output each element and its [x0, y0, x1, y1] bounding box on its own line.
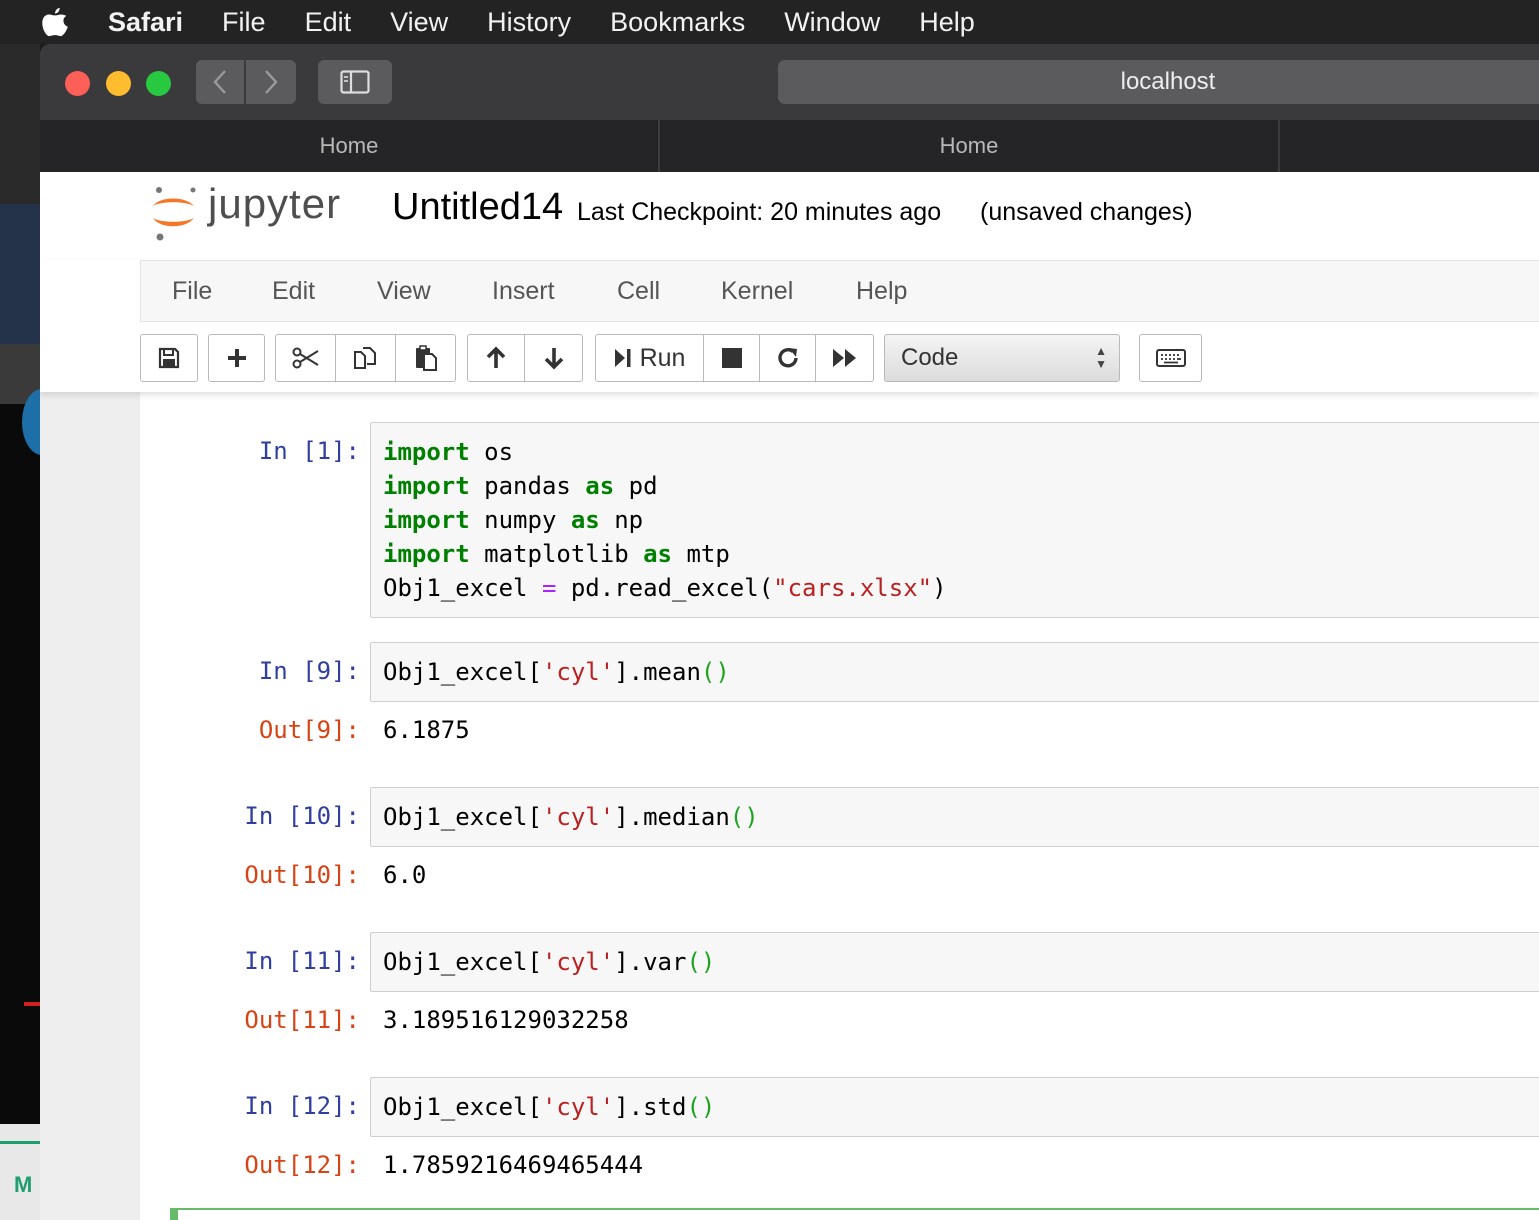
cell-2-output: 6.1875: [383, 716, 470, 744]
nb-menu-help[interactable]: Help: [856, 277, 907, 306]
paste-icon: [415, 345, 437, 371]
minimize-window-button[interactable]: [106, 71, 131, 96]
run-cell-button[interactable]: Run: [595, 334, 704, 382]
fast-forward-icon: [832, 349, 856, 367]
background-window: M: [0, 44, 62, 1220]
copy-icon: [353, 347, 376, 369]
command-palette-button[interactable]: [1139, 334, 1202, 382]
run-icon: [614, 349, 631, 367]
cell-5-output: 1.7859216469465444: [383, 1151, 644, 1179]
keyboard-icon: [1155, 349, 1186, 367]
restart-run-all-button[interactable]: [816, 334, 874, 382]
notebook-name[interactable]: Untitled14: [392, 186, 563, 229]
nb-menu-file[interactable]: File: [172, 277, 212, 306]
cell-4-in-prompt: In [11]:: [244, 947, 360, 975]
menubar-item-edit[interactable]: Edit: [305, 7, 352, 38]
move-up-button[interactable]: [467, 334, 525, 382]
cell-2-code-input[interactable]: Obj1_excel['cyl'].mean(): [370, 642, 1539, 702]
cut-icon: [292, 347, 319, 369]
cell-3-out-prompt: Out[10]:: [244, 861, 360, 889]
cut-cell-button[interactable]: [275, 334, 336, 382]
apple-icon[interactable]: [40, 6, 70, 38]
arrow-up-icon: [486, 346, 506, 368]
menubar-item-window[interactable]: Window: [784, 7, 880, 38]
menubar-item-file[interactable]: File: [222, 7, 266, 38]
nb-menu-insert[interactable]: Insert: [492, 277, 555, 306]
forward-icon: [265, 70, 278, 94]
address-bar-url: localhost: [1120, 68, 1216, 95]
sidebar-icon: [340, 70, 370, 94]
plus-icon: [227, 349, 246, 367]
save-icon: [158, 347, 180, 369]
cell-3-output: 6.0: [383, 861, 427, 889]
interrupt-kernel-button[interactable]: [704, 334, 760, 382]
cell-4-output: 3.189516129032258: [383, 1006, 629, 1034]
cell-1-code-input[interactable]: import os import pandas as pd import num…: [370, 422, 1539, 618]
autosave-status: (unsaved changes): [980, 198, 1193, 226]
nb-menu-view[interactable]: View: [377, 277, 431, 306]
run-button-label: Run: [639, 343, 686, 372]
safari-toolbar: localhost: [40, 44, 1539, 120]
cell-type-value: Code: [901, 344, 959, 371]
menubar-item-history[interactable]: History: [487, 7, 571, 38]
macos-menubar: Safari File Edit View History Bookmarks …: [0, 0, 1539, 44]
cell-3-code-input[interactable]: Obj1_excel['cyl'].median(): [370, 787, 1539, 847]
select-arrows-icon: ▲ ▼: [1095, 344, 1107, 371]
menubar-item-bookmarks[interactable]: Bookmarks: [610, 7, 745, 38]
tab-home-2[interactable]: Home: [660, 120, 1280, 172]
menubar-item-help[interactable]: Help: [919, 7, 975, 38]
tab-home-1[interactable]: Home: [40, 120, 660, 172]
menubar-item-view[interactable]: View: [390, 7, 448, 38]
nb-menu-cell[interactable]: Cell: [617, 277, 660, 306]
cell-1-in-prompt: In [1]:: [258, 437, 360, 465]
back-button[interactable]: [196, 60, 244, 104]
forward-button[interactable]: [246, 60, 296, 104]
arrow-down-icon: [544, 348, 563, 370]
jupyter-logo-text: jupyter: [208, 180, 342, 227]
notebook-menubar: File Edit View Insert Cell Kernel Help: [140, 260, 1539, 322]
copy-cell-button[interactable]: [336, 334, 396, 382]
close-window-button[interactable]: [65, 71, 90, 96]
tab-label: Home: [939, 133, 999, 158]
cell-5-out-prompt: Out[12]:: [244, 1151, 360, 1179]
tab-label: Home: [319, 133, 379, 158]
notebook-header: jupyter Untitled14 Last Checkpoint: 20 m…: [40, 172, 1539, 260]
move-down-button[interactable]: [525, 334, 583, 382]
menubar-item-safari[interactable]: Safari: [108, 7, 183, 38]
checkpoint-status: Last Checkpoint: 20 minutes ago: [577, 198, 942, 226]
nb-menu-edit[interactable]: Edit: [272, 277, 315, 306]
cell-3-in-prompt: In [10]:: [244, 802, 360, 830]
zoom-window-button[interactable]: [146, 71, 171, 96]
cell-5-in-prompt: In [12]:: [244, 1092, 360, 1120]
stop-icon: [721, 348, 742, 368]
cell-4-code-input[interactable]: Obj1_excel['cyl'].var(): [370, 932, 1539, 992]
restart-kernel-button[interactable]: [760, 334, 816, 382]
restart-icon: [777, 348, 798, 368]
cell-4-out-prompt: Out[11]:: [244, 1006, 360, 1034]
sidebar-button[interactable]: [318, 60, 392, 104]
back-icon: [213, 70, 226, 94]
tab-bar: Home Home: [40, 120, 1539, 172]
notebook-menu-area: File Edit View Insert Cell Kernel Help R…: [40, 260, 1539, 392]
paste-cell-button[interactable]: [396, 334, 456, 382]
address-bar[interactable]: localhost: [778, 60, 1539, 104]
notebook-container: In [1]: import os import pandas as pd im…: [140, 392, 1539, 1220]
save-button[interactable]: [140, 334, 198, 382]
nb-menu-kernel[interactable]: Kernel: [721, 277, 793, 306]
cell-2-out-prompt: Out[9]:: [258, 716, 360, 744]
cell-5-code-input[interactable]: Obj1_excel['cyl'].std(): [370, 1077, 1539, 1137]
active-cell[interactable]: [170, 1208, 1539, 1220]
tab-partial[interactable]: [1280, 120, 1539, 172]
cell-2-in-prompt: In [9]:: [258, 657, 360, 685]
jupyter-page: jupyter Untitled14 Last Checkpoint: 20 m…: [40, 172, 1539, 1220]
insert-cell-button[interactable]: [208, 334, 265, 382]
cell-type-select[interactable]: Code ▲ ▼: [884, 334, 1120, 382]
